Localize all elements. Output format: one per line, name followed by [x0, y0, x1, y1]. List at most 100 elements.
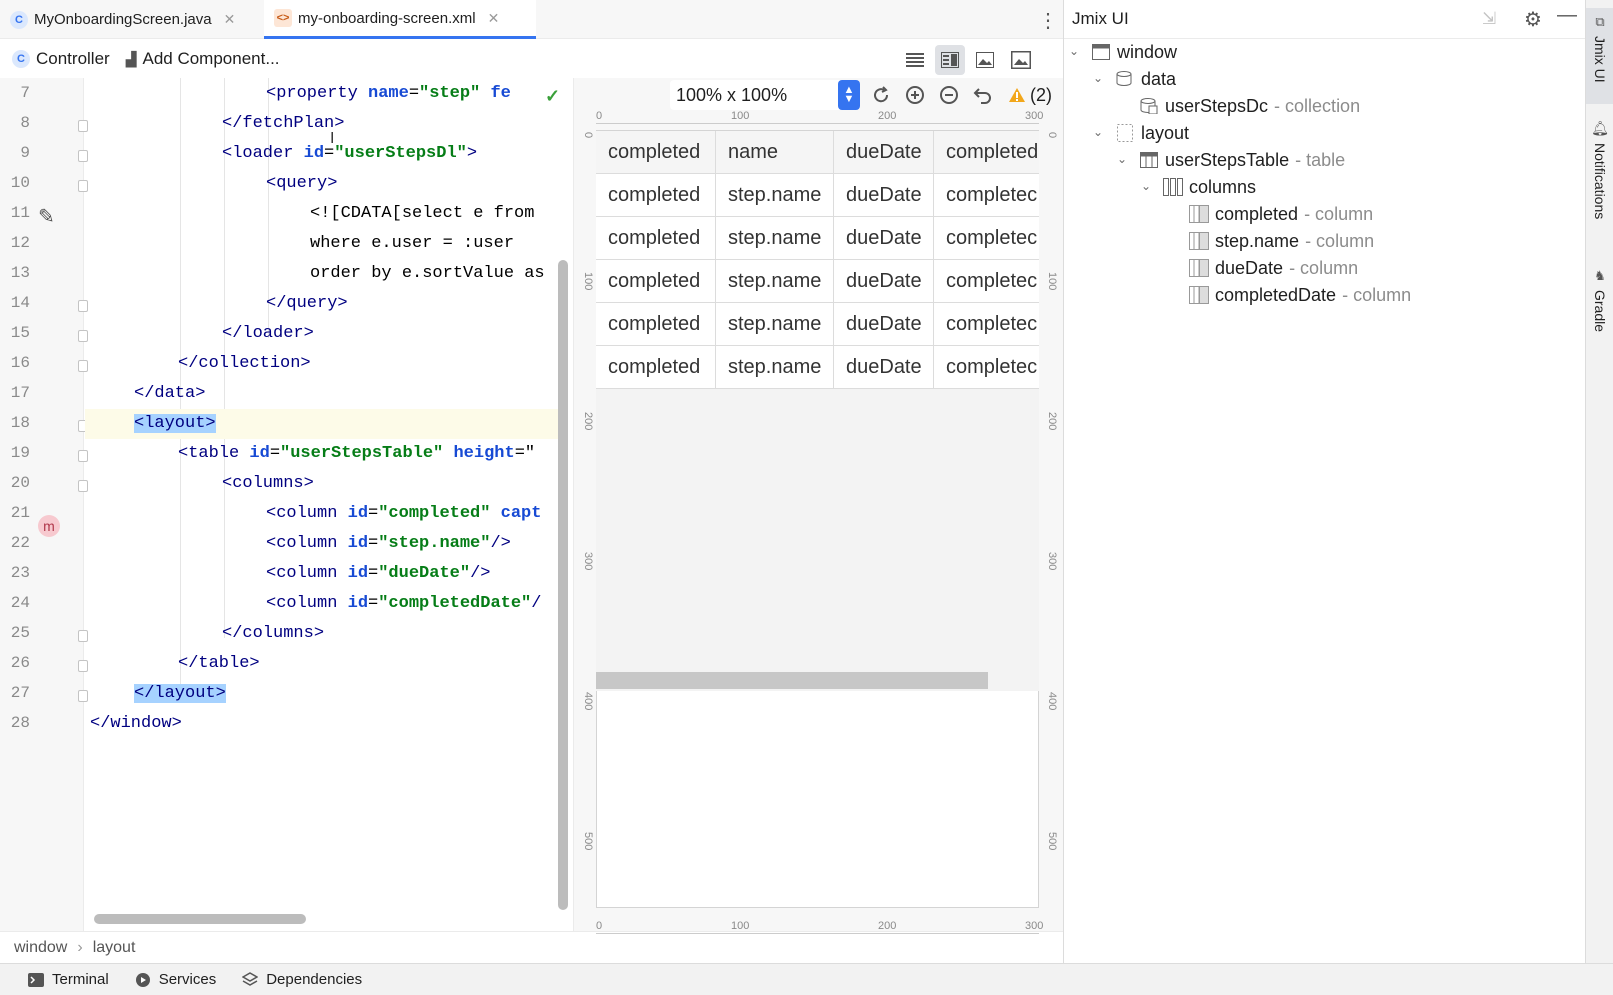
refresh-icon[interactable] — [868, 82, 894, 108]
table-row[interactable]: completed step.name dueDate completec — [596, 174, 1039, 217]
jmix-method-icon[interactable]: m — [38, 515, 60, 537]
line-number: 24 — [10, 594, 30, 612]
java-class-icon: C — [12, 50, 30, 68]
tree-item-completeddate[interactable]: completedDate - column — [1189, 281, 1411, 309]
xml-file-icon: <> — [274, 9, 292, 27]
tab-label: MyOnboardingScreen.java — [34, 11, 212, 28]
ruler-tick-label: 0 — [582, 132, 594, 139]
line-number: 16 — [10, 354, 30, 372]
warnings-indicator[interactable]: (2) — [1002, 82, 1058, 108]
tree-item-userstepsdc[interactable]: userStepsDc - collection — [1139, 92, 1360, 120]
table-cell: completec — [934, 174, 1039, 217]
side-tab-gradle[interactable]: ♞ Gradle — [1586, 268, 1613, 348]
edit-pencil-icon[interactable]: ✎ — [38, 204, 55, 229]
minimize-icon[interactable]: — — [1557, 4, 1577, 27]
undo-icon[interactable] — [970, 82, 996, 108]
dependencies-button[interactable]: Dependencies — [242, 971, 362, 988]
code-line: <query> — [85, 169, 565, 199]
tree-item-userstepstable[interactable]: userStepsTable - table — [1139, 146, 1345, 174]
tree-item-step-name[interactable]: step.name - column — [1189, 227, 1374, 255]
code-token: "userStepsDl" — [334, 144, 467, 163]
tree-item-layout[interactable]: layout — [1115, 119, 1195, 147]
code-token: "dueDate" — [378, 564, 471, 583]
table-row[interactable]: completed step.name dueDate completec — [596, 217, 1039, 260]
close-icon[interactable]: ✕ — [488, 10, 500, 27]
side-tab-label: Jmix UI — [1592, 36, 1608, 83]
code-token: <![CDATA[select e from — [310, 204, 535, 223]
code-line: where e.user = :user — [85, 229, 565, 259]
ruler-tick-label: 100 — [1046, 272, 1058, 291]
tree-item-type: - column — [1304, 203, 1374, 224]
tab-java[interactable]: C MyOnboardingScreen.java ✕ — [0, 0, 263, 39]
text-cursor-icon: I — [330, 130, 335, 147]
line-number: 26 — [10, 654, 30, 672]
column-icon — [1189, 259, 1209, 277]
table-row[interactable]: completed step.name dueDate completec — [596, 303, 1039, 346]
zoom-select[interactable]: 100% x 100% ▲ ▼ — [670, 80, 860, 110]
collapse-arrow-icon[interactable]: ⇲ — [1482, 9, 1496, 29]
split-mode-icon[interactable] — [935, 45, 965, 75]
chevron-down-icon[interactable]: ⌄ — [1141, 179, 1151, 193]
gear-icon[interactable]: ⚙ — [1524, 7, 1542, 32]
code-token: <column — [266, 564, 348, 583]
tab-xml[interactable]: <> my-onboarding-screen.xml ✕ — [264, 0, 536, 39]
side-tab-notifications[interactable]: 🔔︎ Notifications — [1586, 120, 1613, 240]
table-preview[interactable]: completed name dueDate completedI completed s… — [596, 131, 1039, 691]
tree-item-type: - table — [1295, 149, 1346, 170]
code-line: </fetchPlan> — [85, 109, 565, 139]
chevron-down-icon[interactable]: ⌄ — [1069, 44, 1079, 58]
code-editor[interactable]: <property name="step" fe </fetchPlan> <l… — [85, 78, 573, 931]
code-token: "step" — [419, 84, 481, 103]
tree-item-columns[interactable]: columns — [1163, 173, 1262, 201]
table-horizontal-scrollbar[interactable] — [596, 672, 988, 689]
code-line: <![CDATA[select e from — [85, 199, 565, 229]
zoom-out-icon[interactable] — [936, 82, 962, 108]
zoom-in-icon[interactable] — [902, 82, 928, 108]
code-token: = — [408, 84, 420, 103]
chevron-down-icon[interactable]: ⌄ — [1093, 71, 1103, 85]
code-line: </collection> — [85, 349, 565, 379]
chevron-down-icon[interactable]: ⌄ — [1117, 152, 1127, 166]
breadcrumb-item-window[interactable]: window — [14, 939, 67, 957]
editor-horizontal-scrollbar[interactable] — [94, 914, 306, 924]
preview-detached-icon[interactable] — [1006, 45, 1036, 75]
controller-button[interactable]: C Controller — [6, 45, 116, 73]
tree-item-completed[interactable]: completed - column — [1189, 200, 1373, 228]
tree-item-label: layout — [1141, 122, 1190, 143]
editor-vertical-scrollbar[interactable] — [558, 260, 568, 910]
terminal-button[interactable]: Terminal — [28, 971, 109, 988]
tree-item-type: - column — [1289, 257, 1359, 278]
line-number: 12 — [10, 234, 30, 252]
side-tab-label: Gradle — [1592, 290, 1608, 333]
side-tab-jmix-ui[interactable]: ⧉ Jmix UI — [1586, 8, 1613, 104]
tree-item-duedate[interactable]: dueDate - column — [1189, 254, 1358, 282]
collection-icon — [1139, 97, 1159, 115]
more-options-icon[interactable]: ⋮ — [1038, 8, 1058, 33]
code-token: </data> — [134, 384, 206, 403]
table-header-row[interactable]: completed name dueDate completedI — [596, 131, 1039, 174]
controller-label: Controller — [36, 49, 110, 68]
code-line: <layout> — [85, 409, 565, 439]
breadcrumb-item-layout[interactable]: layout — [93, 939, 136, 957]
services-label: Services — [158, 971, 217, 988]
dependencies-label: Dependencies — [266, 971, 363, 988]
preview-mode-icon[interactable] — [970, 45, 1000, 75]
close-icon[interactable]: ✕ — [224, 11, 236, 28]
tree-item-label: userStepsTable — [1165, 149, 1290, 170]
add-component-button[interactable]: ▟ Add Component... — [120, 45, 286, 73]
table-row[interactable]: completed step.name dueDate completec — [596, 346, 1039, 389]
code-token: id — [347, 594, 369, 613]
data-icon — [1115, 70, 1135, 88]
chevron-updown-icon[interactable]: ▲ ▼ — [838, 80, 860, 110]
table-row[interactable]: completed step.name dueDate completec — [596, 260, 1039, 303]
services-button[interactable]: Services — [135, 971, 217, 988]
tree-item-data[interactable]: data — [1115, 65, 1182, 93]
line-number: 13 — [10, 264, 30, 282]
ruler-tick-label: 300 — [582, 552, 594, 571]
chevron-down-icon[interactable]: ⌄ — [1093, 125, 1103, 139]
table-cell: completed — [596, 260, 716, 303]
tree-item-window[interactable]: window — [1091, 38, 1183, 66]
text-mode-icon[interactable] — [900, 45, 930, 75]
